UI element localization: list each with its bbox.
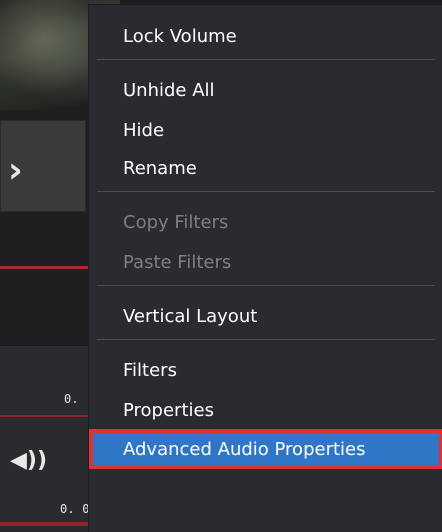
menu-item-properties[interactable]: Properties [89, 391, 442, 429]
menu-item-label: Properties [123, 399, 214, 421]
menu-separator [97, 191, 435, 192]
menu-item-rename[interactable]: Rename [89, 149, 442, 187]
menu-item-label: Copy Filters [123, 211, 229, 233]
menu-item-label: Hide [123, 119, 165, 141]
menu-item-paste-filters: Paste Filters [89, 243, 442, 281]
menu-item-label: Filters [123, 359, 177, 381]
menu-item-label: Lock Volume [123, 25, 237, 47]
app-root: › 0. ( ◀)) 0. 0 dB Lock Volume Unhide Al… [0, 0, 442, 532]
menu-item-label: Vertical Layout [123, 305, 258, 327]
chevron-right-icon: › [8, 150, 23, 191]
menu-item-vertical-layout[interactable]: Vertical Layout [89, 297, 442, 335]
menu-item-label: Unhide All [123, 79, 215, 101]
menu-item-advanced-audio-properties[interactable]: Advanced Audio Properties [89, 429, 442, 469]
menu-separator [97, 339, 435, 340]
menu-item-unhide-all[interactable]: Unhide All [89, 71, 442, 109]
menu-item-filters[interactable]: Filters [89, 351, 442, 389]
menu-separator [97, 285, 435, 286]
menu-item-label: Advanced Audio Properties [123, 438, 366, 460]
menu-separator [97, 59, 435, 60]
speaker-volume-icon[interactable]: ◀)) [10, 448, 47, 473]
menu-item-lock-volume[interactable]: Lock Volume [89, 17, 442, 55]
menu-item-copy-filters: Copy Filters [89, 203, 442, 241]
menu-item-label: Paste Filters [123, 251, 232, 273]
mixer-red-line-1 [0, 415, 88, 417]
menu-item-hide[interactable]: Hide [89, 111, 442, 149]
context-menu: Lock Volume Unhide All Hide Rename Copy … [88, 4, 442, 532]
menu-item-label: Rename [123, 157, 197, 179]
